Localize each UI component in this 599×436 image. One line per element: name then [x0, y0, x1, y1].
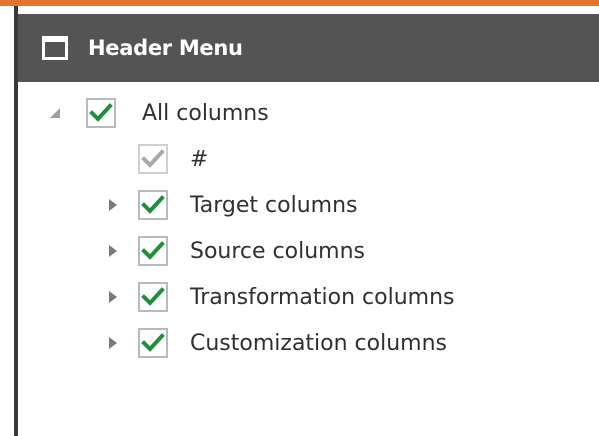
expand-triangle-icon[interactable]: [104, 242, 122, 260]
tree-item-label: Target columns: [190, 192, 358, 218]
tree-item-all-columns[interactable]: All columns: [46, 90, 269, 136]
expand-triangle-icon[interactable]: [104, 334, 122, 352]
tree-item-label: Transformation columns: [190, 284, 455, 310]
tree-item-label: All columns: [142, 100, 269, 126]
panel-header: Header Menu: [18, 14, 599, 82]
tree-item-label: #: [190, 146, 209, 172]
checkmark-icon: [141, 195, 165, 214]
panel-title: Header Menu: [88, 36, 243, 60]
tree-item-hash[interactable]: #: [138, 136, 208, 182]
checkmark-icon: [141, 287, 165, 306]
header-menu-panel: Header Menu All columns # Target columns…: [14, 6, 599, 436]
checkbox-hash[interactable]: [138, 144, 168, 174]
checkmark-icon: [141, 149, 165, 168]
expand-triangle-icon[interactable]: [104, 196, 122, 214]
tree-item-transformation-columns[interactable]: Transformation columns: [104, 274, 455, 320]
window-icon: [40, 33, 70, 63]
checkmark-icon: [141, 241, 165, 260]
tree-item-source-columns[interactable]: Source columns: [104, 228, 365, 274]
tree-item-label: Customization columns: [190, 330, 448, 356]
header-menu-window: Header Menu All columns # Target columns…: [0, 0, 599, 436]
checkbox-customization-columns[interactable]: [138, 328, 168, 358]
tree-item-target-columns[interactable]: Target columns: [104, 182, 358, 228]
checkbox-all-columns[interactable]: [86, 98, 116, 128]
collapse-triangle-icon[interactable]: [46, 104, 64, 122]
tree-item-label: Source columns: [190, 238, 366, 264]
expand-triangle-icon[interactable]: [104, 288, 122, 306]
checkbox-transformation-columns[interactable]: [138, 282, 168, 312]
checkmark-icon: [141, 333, 165, 352]
checkmark-icon: [89, 103, 113, 122]
checkbox-target-columns[interactable]: [138, 190, 168, 220]
tree-item-customization-columns[interactable]: Customization columns: [104, 320, 447, 366]
checkbox-source-columns[interactable]: [138, 236, 168, 266]
